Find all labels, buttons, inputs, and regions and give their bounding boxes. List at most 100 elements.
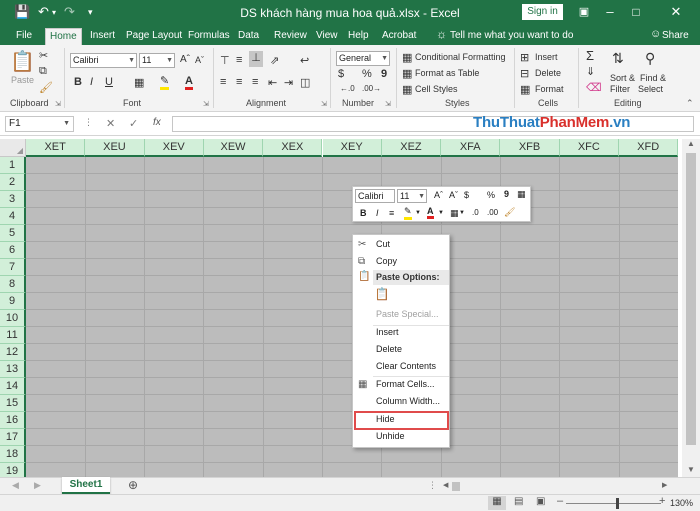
tell-me-search[interactable]: Tell me what you want to do (446, 28, 577, 45)
horizontal-scroll-thumb[interactable] (452, 482, 460, 491)
row-header[interactable]: 15 (0, 395, 26, 412)
row-header[interactable]: 8 (0, 276, 26, 293)
row-header[interactable]: 1 (0, 157, 26, 174)
row-header[interactable]: 5 (0, 225, 26, 242)
mini-accounting-button[interactable]: $ (464, 190, 469, 200)
row-header[interactable]: 12 (0, 344, 26, 361)
column-header[interactable]: XFB (500, 139, 560, 157)
align-left-icon[interactable]: ≡ (220, 76, 226, 88)
tab-review[interactable]: Review (270, 28, 311, 45)
scroll-right-icon[interactable]: ▶ (662, 481, 667, 489)
number-format-combo[interactable]: General ▼ (336, 51, 390, 66)
scroll-sheets-left-icon[interactable]: ◀ (12, 480, 19, 491)
autosum-icon[interactable]: Σ (586, 48, 594, 63)
orientation-icon[interactable]: ⇗ (270, 54, 279, 67)
mini-comma-button[interactable]: 9 (504, 189, 509, 199)
copy-icon[interactable]: ⧉ (39, 65, 47, 78)
chevron-down-icon[interactable]: ▼ (438, 210, 444, 216)
mini-format-painter-icon[interactable]: 🖌 (504, 207, 515, 218)
menu-item-column-width[interactable]: Column Width... (353, 393, 449, 410)
column-header[interactable]: XEW (203, 139, 264, 157)
column-header[interactable]: XEU (85, 139, 145, 157)
delete-cells-button[interactable]: Delete (535, 68, 561, 78)
chevron-down-icon[interactable]: ▼ (459, 210, 465, 216)
cut-icon[interactable]: ✂ (39, 49, 48, 62)
underline-button[interactable]: U (105, 76, 113, 88)
cell-styles-button[interactable]: Cell Styles (415, 84, 458, 94)
menu-item-unhide[interactable]: Unhide (353, 428, 449, 445)
row-header[interactable]: 10 (0, 310, 26, 327)
insert-cells-button[interactable]: Insert (535, 52, 558, 62)
decrease-indent-icon[interactable]: ⇤ (268, 76, 277, 89)
conditional-formatting-button[interactable]: Conditional Formatting (415, 52, 506, 62)
close-button[interactable]: ✕ (662, 2, 690, 22)
row-header[interactable]: 14 (0, 378, 26, 395)
sheet-tab-sheet1[interactable]: Sheet1 (62, 477, 110, 494)
merge-center-icon[interactable]: ◫ (300, 76, 310, 89)
insert-function-icon[interactable]: fx (153, 117, 161, 128)
share-button[interactable]: Share (658, 28, 693, 45)
row-header[interactable]: 11 (0, 327, 26, 344)
sort-filter-label[interactable]: Sort & (610, 73, 635, 83)
split-handle-icon[interactable]: ⋮ (428, 480, 437, 491)
row-header[interactable]: 9 (0, 293, 26, 310)
column-header[interactable]: XEX (263, 139, 323, 157)
bold-button[interactable]: B (74, 76, 82, 88)
menu-item-delete[interactable]: Delete (353, 341, 449, 358)
font-name-combo[interactable]: Calibri ▼ (70, 53, 137, 68)
page-layout-view-icon[interactable]: ▤ (514, 496, 523, 507)
mini-font-combo[interactable]: Calibri (355, 189, 395, 203)
tab-page-layout[interactable]: Page Layout (122, 28, 186, 45)
mini-borders-icon[interactable]: ▦ (450, 208, 459, 219)
ribbon-display-options-icon[interactable]: ▣ (570, 2, 598, 22)
scroll-left-icon[interactable]: ◀ (443, 481, 448, 489)
column-header[interactable]: XEV (144, 139, 204, 157)
align-right-icon[interactable]: ≡ (252, 76, 258, 88)
vertical-scrollbar[interactable]: ▲ ▼ (682, 139, 700, 477)
paste-option-icon[interactable]: 📋 (374, 287, 390, 304)
tab-home[interactable]: Home (45, 28, 82, 45)
fill-icon[interactable]: ⇓ (586, 65, 595, 78)
filter-label[interactable]: Filter (610, 84, 630, 94)
column-header[interactable]: XET (26, 139, 86, 157)
mini-decrease-decimal-icon[interactable]: .00 (487, 208, 498, 217)
name-box[interactable]: F1 ▼ (5, 116, 74, 132)
tab-acrobat[interactable]: Acrobat (378, 28, 420, 45)
alignment-launcher-icon[interactable]: ⇲ (321, 100, 327, 108)
undo-icon[interactable]: ↶ (38, 4, 49, 20)
number-launcher-icon[interactable]: ⇲ (385, 100, 391, 108)
scroll-sheets-right-icon[interactable]: ▶ (34, 480, 41, 491)
menu-item-clear-contents[interactable]: Clear Contents (353, 358, 449, 375)
row-header[interactable]: 17 (0, 429, 26, 446)
minimize-button[interactable]: – (596, 2, 624, 22)
vertical-scroll-thumb[interactable] (686, 153, 696, 445)
clipboard-launcher-icon[interactable]: ⇲ (55, 100, 61, 108)
fill-color-icon[interactable]: ✎ (160, 74, 170, 90)
mini-increase-font-icon[interactable]: Aˆ (434, 190, 443, 200)
italic-button[interactable]: I (90, 76, 93, 88)
sign-in-button[interactable]: Sign in (522, 4, 563, 20)
mini-percent-button[interactable]: % (487, 190, 495, 200)
maximize-button[interactable]: □ (622, 2, 650, 22)
cancel-icon[interactable]: ✕ (106, 117, 115, 130)
row-header[interactable]: 2 (0, 174, 26, 191)
mini-italic-button[interactable]: I (376, 208, 379, 218)
enter-icon[interactable]: ✓ (129, 117, 138, 130)
page-break-view-icon[interactable]: ▣ (536, 496, 545, 507)
column-header[interactable]: XFD (619, 139, 679, 157)
customize-qat-icon[interactable]: ▾ (88, 7, 93, 18)
mini-bold-button[interactable]: B (360, 208, 367, 218)
font-color-icon[interactable]: A (185, 75, 193, 90)
menu-item-format-cells[interactable]: ▦ Format Cells... (353, 376, 449, 393)
percent-format-button[interactable]: % (362, 68, 372, 80)
tab-file[interactable]: File (12, 28, 36, 45)
redo-icon[interactable]: ↷ (64, 4, 75, 20)
menu-item-copy[interactable]: ⧉ Copy (353, 253, 449, 270)
clipboard-paste-icon[interactable]: 📋 (10, 49, 35, 74)
column-header[interactable]: XFC (559, 139, 619, 157)
mini-center-icon[interactable]: ≡ (389, 208, 394, 218)
align-center-icon[interactable]: ≡ (236, 76, 242, 88)
tab-data[interactable]: Data (234, 28, 263, 45)
font-size-combo[interactable]: 11 ▼ (139, 53, 175, 68)
normal-view-icon[interactable]: ▦ (488, 496, 506, 510)
